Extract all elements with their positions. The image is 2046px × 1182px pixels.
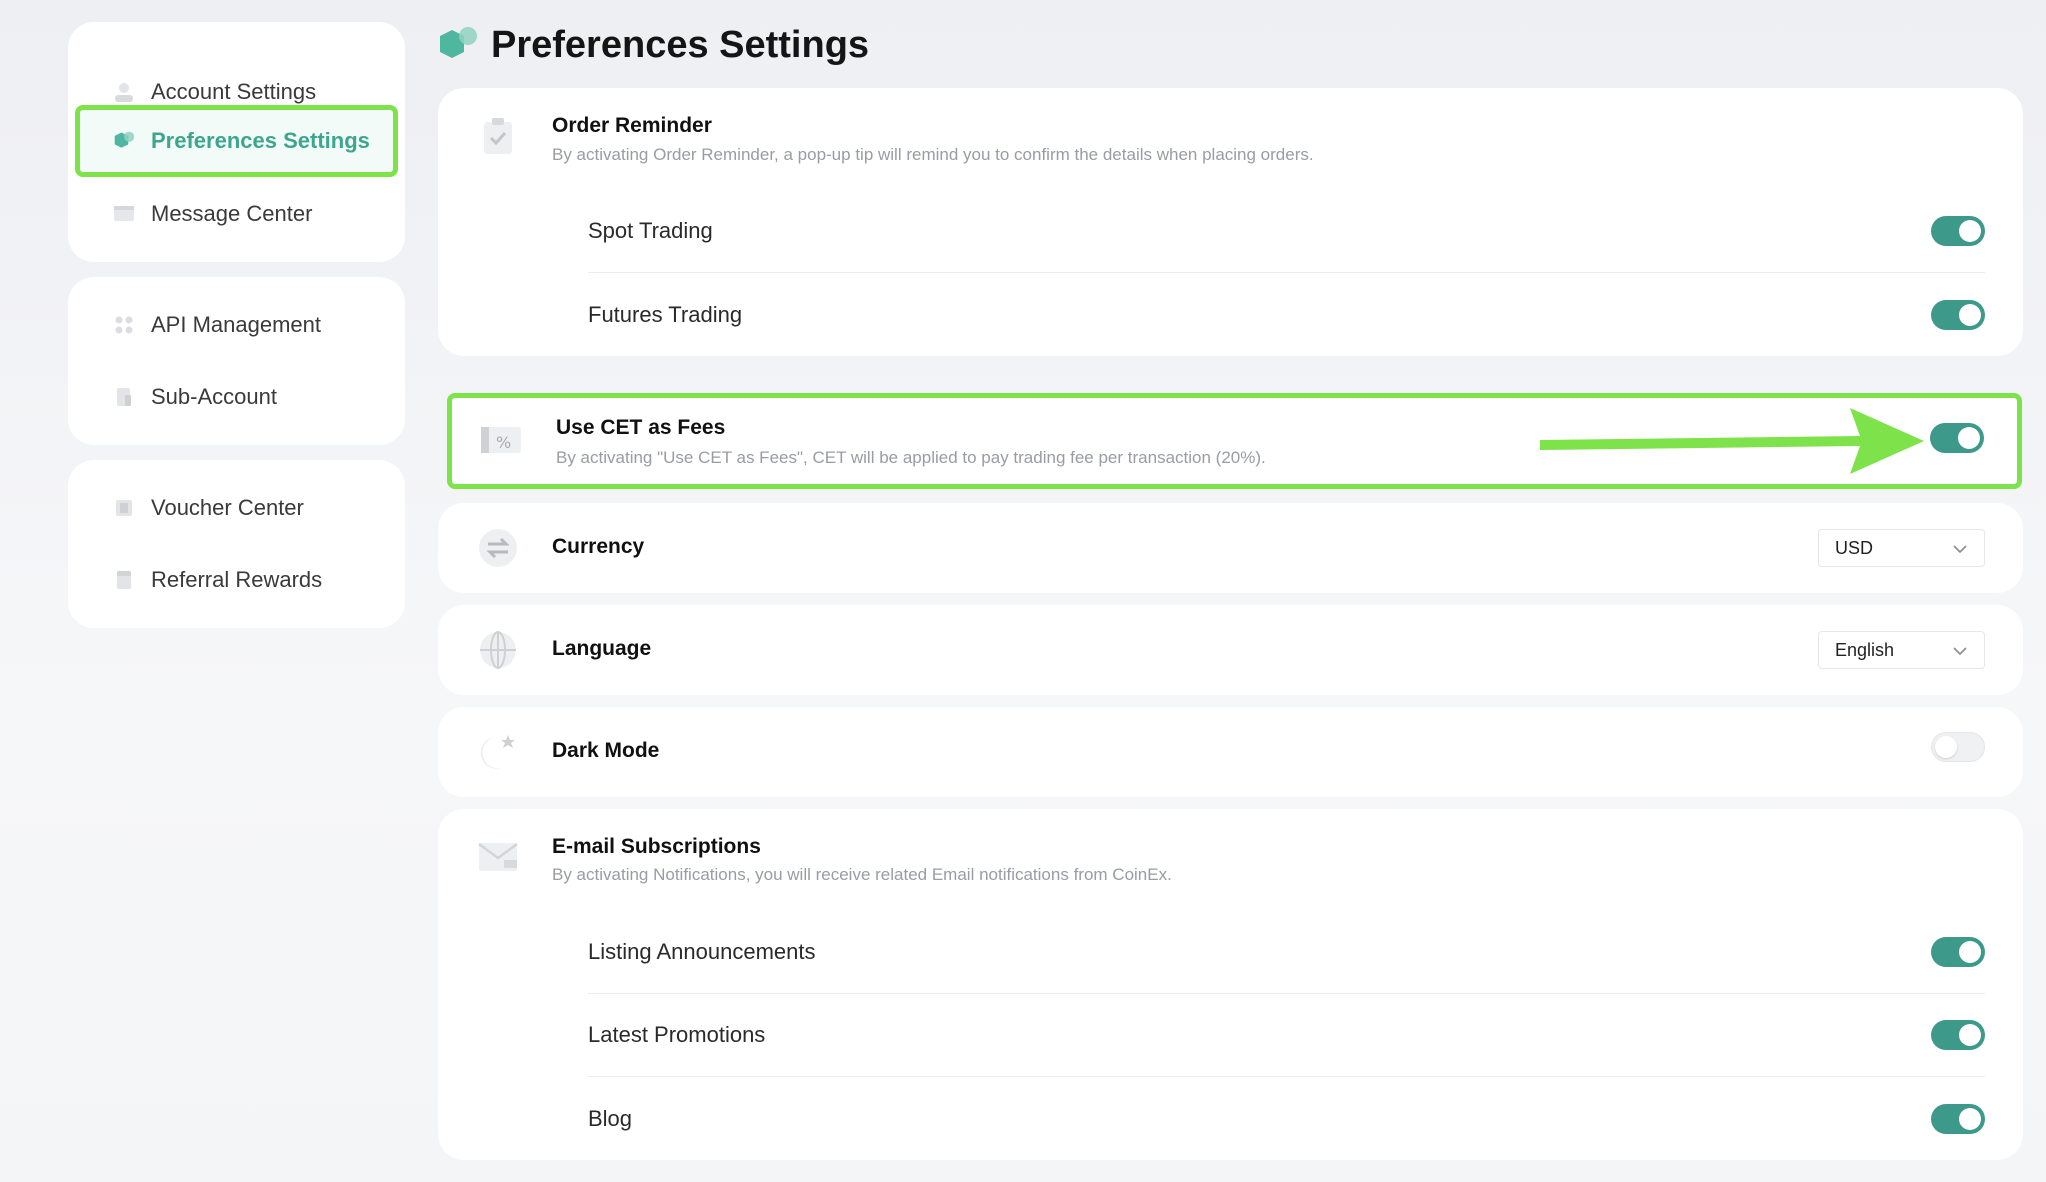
moon-icon <box>478 732 518 772</box>
latest-promotions-toggle[interactable] <box>1931 1020 1985 1050</box>
sidebar-item-label: API Management <box>151 312 321 337</box>
clipboard-check-icon <box>478 116 518 156</box>
dark-mode-title: Dark Mode <box>552 739 660 762</box>
sidebar-item-api-management[interactable]: API Management <box>75 289 398 361</box>
page-header: Preferences Settings <box>437 24 869 67</box>
listing-announcements-row: Listing Announcements <box>588 911 1985 994</box>
chevron-down-icon <box>1952 640 1968 661</box>
futures-trading-row: Futures Trading <box>588 273 1985 356</box>
order-reminder-title: Order Reminder <box>552 114 712 137</box>
sidebar-item-voucher-center[interactable]: Voucher Center <box>75 472 398 544</box>
order-reminder-desc: By activating Order Reminder, a pop-up t… <box>552 145 1314 164</box>
user-icon <box>113 81 135 103</box>
blog-row: Blog <box>588 1077 1985 1160</box>
globe-icon <box>478 630 518 670</box>
listing-announcements-toggle[interactable] <box>1931 937 1985 967</box>
dark-mode-card: Dark Mode <box>438 707 2023 797</box>
sidebar-item-label: Message Center <box>151 201 313 226</box>
blog-label: Blog <box>588 1105 633 1131</box>
futures-trading-label: Futures Trading <box>588 301 743 327</box>
sidebar-group-api: API Management Sub-Account <box>68 277 405 445</box>
preferences-icon <box>113 130 135 152</box>
sidebar-item-sub-account[interactable]: Sub-Account <box>75 361 398 433</box>
spot-trading-label: Spot Trading <box>588 218 713 243</box>
cet-fees-toggle[interactable] <box>1930 423 1984 453</box>
futures-trading-toggle[interactable] <box>1931 299 1985 330</box>
blog-toggle[interactable] <box>1931 1103 1985 1134</box>
page-title: Preferences Settings <box>491 24 870 66</box>
message-icon <box>113 203 135 225</box>
cet-fees-card: % Use CET as Fees By activating "Use CET… <box>447 393 2022 489</box>
sidebar-item-message-center[interactable]: Message Center <box>75 178 398 250</box>
sidebar-group-rewards: Voucher Center Referral Rewards <box>68 460 405 628</box>
latest-promotions-row: Latest Promotions <box>588 994 1985 1077</box>
currency-card: Currency USD <box>438 503 2023 593</box>
sidebar-group-account: Account Settings Preferences Settings Me… <box>68 22 405 262</box>
sidebar-item-label: Preferences Settings <box>151 128 370 153</box>
dark-mode-toggle[interactable] <box>1931 732 1985 762</box>
svg-text:%: % <box>496 433 511 452</box>
exchange-icon <box>478 528 518 568</box>
email-subscriptions-card: E-mail Subscriptions By activating Notif… <box>438 809 2023 1160</box>
order-reminder-card: Order Reminder By activating Order Remin… <box>438 88 2023 356</box>
envelope-icon <box>478 837 518 877</box>
referral-icon <box>113 569 135 591</box>
sidebar-item-label: Account Settings <box>151 79 317 104</box>
sidebar-item-referral-rewards[interactable]: Referral Rewards <box>75 544 398 616</box>
annotation-arrow-icon <box>1540 408 1924 474</box>
language-card: Language English <box>438 605 2023 695</box>
email-subscriptions-title: E-mail Subscriptions <box>552 835 761 858</box>
sidebar-item-label: Voucher Center <box>151 495 304 520</box>
voucher-icon <box>113 497 135 519</box>
sub-account-icon <box>113 386 135 408</box>
sidebar-item-preferences-settings[interactable]: Preferences Settings <box>75 105 398 177</box>
sidebar-item-label: Sub-Account <box>151 384 277 409</box>
language-value: English <box>1835 639 1895 660</box>
percent-card-icon: % <box>481 425 521 460</box>
currency-title: Currency <box>552 535 645 558</box>
cet-fees-title: Use CET as Fees <box>556 416 726 439</box>
currency-value: USD <box>1835 537 1874 558</box>
spot-trading-row: Spot Trading <box>588 190 1985 273</box>
cet-fees-desc: By activating "Use CET as Fees", CET wil… <box>556 448 1266 467</box>
language-title: Language <box>552 637 652 660</box>
preferences-logo-icon <box>437 26 479 66</box>
currency-select[interactable]: USD <box>1818 529 1985 567</box>
chevron-down-icon <box>1952 538 1968 559</box>
latest-promotions-label: Latest Promotions <box>588 1022 766 1047</box>
language-select[interactable]: English <box>1818 631 1985 669</box>
sidebar-item-label: Referral Rewards <box>151 567 323 592</box>
api-icon <box>113 314 135 336</box>
listing-announcements-label: Listing Announcements <box>588 939 816 964</box>
email-subscriptions-desc: By activating Notifications, you will re… <box>552 865 1172 884</box>
spot-trading-toggle[interactable] <box>1931 216 1985 246</box>
